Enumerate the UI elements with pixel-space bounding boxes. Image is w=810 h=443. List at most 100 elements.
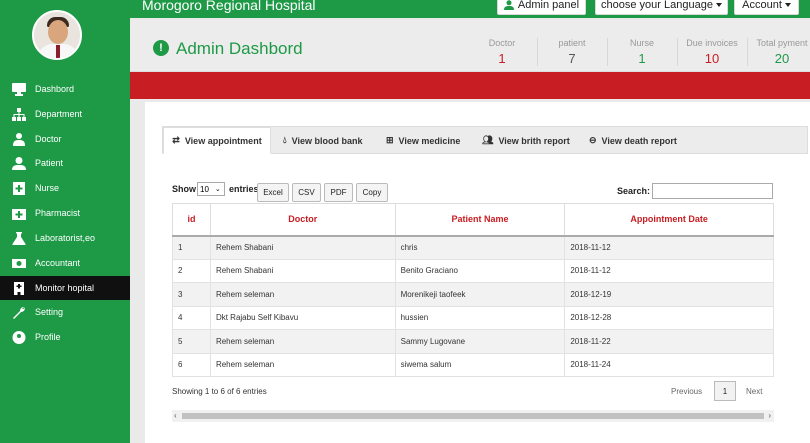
next-page-button[interactable]: Next — [746, 387, 762, 396]
user-circle-icon — [11, 330, 27, 344]
table-row[interactable]: 5 Rehem seleman Sammy Lugovane 2018-11-2… — [172, 329, 774, 354]
stat-due-invoices: Due invoices 10 — [677, 38, 747, 66]
red-banner — [130, 72, 810, 99]
medkit-icon — [11, 206, 27, 220]
page-number-button[interactable]: 1 — [714, 381, 736, 401]
tab-view-blood-bank[interactable]: 💧︎ View blood bank — [283, 127, 362, 154]
tab-label: View appointment — [184, 135, 262, 146]
hospital-icon — [11, 281, 27, 295]
avatar[interactable] — [32, 10, 82, 60]
minus-circle-icon: ⊖ — [589, 135, 597, 145]
column-header-doctor[interactable]: Doctor — [209, 203, 396, 237]
table-row[interactable]: 1 Rehem Shabani chris 2018-11-12 — [172, 235, 774, 260]
sidebar-item-label: Doctor — [35, 134, 62, 144]
cell-doctor: Rehem seleman — [209, 329, 396, 354]
sidebar-item-accountant[interactable]: Accountant — [0, 251, 130, 275]
cell-patient: Sammy Lugovane — [394, 329, 566, 354]
csv-button[interactable]: CSV — [292, 183, 321, 202]
cell-date: 2018-11-24 — [564, 352, 774, 377]
language-dropdown[interactable]: choose your Language — [595, 0, 728, 15]
table-row[interactable]: 3 Rehem seleman Morenikeji taofeek 2018-… — [172, 282, 774, 307]
search-input[interactable] — [652, 183, 773, 199]
show-label: Show — [172, 184, 196, 194]
scroll-left-icon[interactable]: ‹ — [174, 411, 177, 420]
cell-date: 2018-11-12 — [564, 235, 774, 260]
stat-label: Doctor — [488, 38, 516, 48]
stat-label: Due invoices — [686, 38, 738, 48]
entries-value: 10 — [200, 184, 209, 194]
sidebar-item-monitor-hospital[interactable]: Monitor hopital — [0, 276, 130, 300]
sidebar-item-patient[interactable]: Patient — [0, 151, 130, 175]
scrollbar-thumb[interactable] — [182, 413, 764, 419]
cell-patient: siwema salum — [394, 352, 566, 377]
tab-view-appointment[interactable]: ⇄ View appointment — [163, 127, 271, 154]
column-header-appointment-date[interactable]: Appointment Date — [564, 203, 774, 237]
cell-patient: hussien — [394, 305, 566, 330]
cell-id: 4 — [172, 305, 211, 330]
search-label: Search: — [617, 186, 651, 196]
sidebar-item-pharmacist[interactable]: Pharmacist — [0, 201, 130, 225]
caret-down-icon — [715, 3, 722, 7]
cell-doctor: Rehem seleman — [209, 352, 396, 377]
hospital-name: Morogoro Regional Hospital — [142, 0, 316, 13]
sitemap-icon — [11, 107, 27, 121]
stat-total-payment: Total pyment 20 — [747, 38, 810, 66]
sidebar-item-label: Accountant — [35, 258, 81, 268]
drop-icon: 💧︎ — [283, 135, 287, 145]
cell-id: 6 — [172, 352, 211, 377]
sidebar-item-label: Patient — [35, 158, 64, 168]
exchange-icon: ⇄ — [172, 135, 180, 145]
sidebar-item-profile[interactable]: Profile — [0, 325, 130, 349]
account-label: Account — [742, 0, 782, 11]
wrench-icon — [11, 305, 27, 319]
table-row[interactable]: 4 Dkt Rajabu Self Kibavu hussien 2018-12… — [172, 305, 774, 330]
stat-patient: patient 7 — [537, 38, 607, 66]
stat-value: 1 — [498, 51, 506, 66]
user-icon — [11, 156, 27, 170]
cell-patient: Morenikeji taofeek — [394, 282, 566, 307]
stat-value: 10 — [704, 51, 720, 66]
page-title: Admin Dashbord — [176, 39, 303, 58]
language-label: choose your Language — [601, 0, 713, 11]
scroll-right-icon[interactable]: › — [768, 411, 771, 420]
sidebar-item-setting[interactable]: Setting — [0, 300, 130, 324]
column-header-id[interactable]: id — [172, 203, 211, 237]
sidebar-item-department[interactable]: Department — [0, 102, 130, 126]
tab-view-birth-report[interactable]: 👥︎ View brith report — [482, 127, 570, 154]
sidebar-item-dashboard[interactable]: Dashbord — [0, 77, 130, 101]
cell-date: 2018-11-22 — [564, 329, 774, 354]
table-row[interactable]: 2 Rehem Shabani Benito Graciano 2018-11-… — [172, 258, 774, 283]
copy-button[interactable]: Copy — [356, 183, 388, 202]
plus-square-icon — [11, 181, 27, 195]
pdf-button[interactable]: PDF — [324, 183, 353, 202]
previous-page-button[interactable]: Previous — [671, 387, 702, 396]
money-icon — [11, 256, 27, 270]
sidebar-item-laboratorist[interactable]: Laboratorist,eo — [0, 226, 130, 250]
table-info: Showing 1 to 6 of 6 entries — [172, 387, 267, 396]
stat-doctor: Doctor 1 — [467, 38, 537, 66]
table-header-row: id Doctor Patient Name Appointment Date — [172, 203, 774, 237]
sidebar-item-label: Setting — [35, 307, 64, 317]
cell-date: 2018-11-12 — [564, 258, 774, 283]
caret-down-icon — [784, 3, 791, 7]
excel-button[interactable]: Excel — [257, 183, 289, 202]
cell-id: 5 — [172, 329, 211, 354]
sidebar-item-doctor[interactable]: Doctor — [0, 127, 130, 151]
cell-doctor: Rehem Shabani — [209, 235, 396, 260]
admin-panel-button[interactable]: Admin panel — [497, 0, 586, 15]
tab-view-death-report[interactable]: ⊖ View death report — [589, 127, 677, 154]
sidebar-item-label: Nurse — [35, 183, 60, 193]
sidebar-item-nurse[interactable]: Nurse — [0, 176, 130, 200]
users-icon: 👥︎ — [482, 135, 494, 145]
entries-select[interactable]: 10 ⌄ — [197, 182, 225, 196]
tab-view-medicine[interactable]: ⊞ View medicine — [386, 127, 460, 154]
cell-patient: Benito Graciano — [394, 258, 566, 283]
tab-label: View death report — [601, 135, 677, 146]
horizontal-scrollbar[interactable]: ‹ › — [172, 410, 774, 422]
stat-nurse: Nurse 1 — [607, 38, 677, 66]
column-header-patient-name[interactable]: Patient Name — [394, 203, 566, 237]
tab-label: View blood bank — [291, 135, 363, 146]
plus-square-icon: ⊞ — [386, 135, 394, 145]
table-row[interactable]: 6 Rehem seleman siwema salum 2018-11-24 — [172, 352, 774, 377]
account-dropdown[interactable]: Account — [734, 0, 799, 15]
